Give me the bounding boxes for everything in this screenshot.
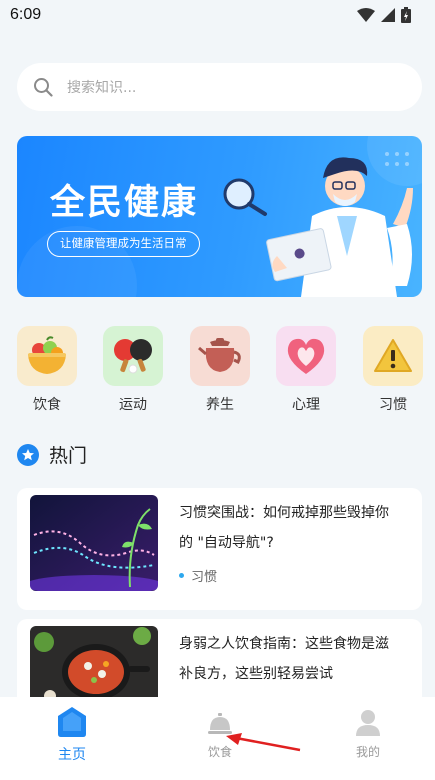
category-psychology[interactable]: 心理 — [276, 326, 336, 414]
annotation-arrow — [226, 733, 301, 752]
article-card[interactable]: 身弱之人饮食指南：这些食物是滋补良方，这些别轻易尝试 — [17, 619, 422, 709]
nav-home[interactable]: 主页 — [22, 697, 122, 780]
tag-dot — [179, 573, 184, 578]
article-tag[interactable]: 习惯 — [179, 566, 217, 585]
banner-title: 全民健康 — [50, 183, 199, 223]
category-label: 养生 — [206, 397, 234, 413]
section-header: 热门 — [17, 441, 87, 468]
ping-pong-icon — [103, 326, 163, 386]
category-row: 饮食 运动 养生 心理 习惯 — [17, 326, 427, 416]
article-card[interactable]: 习惯突围战：如何戒掉那些毁掉你的 "自动导航"? 习惯 — [17, 488, 422, 610]
article-thumbnail — [30, 495, 158, 591]
home-icon — [58, 707, 86, 737]
nav-profile[interactable]: 我的 — [318, 697, 418, 780]
food-bowl-icon — [17, 326, 77, 386]
warning-icon — [363, 326, 423, 386]
status-time: 6:09 — [10, 6, 42, 23]
battery-icon — [401, 7, 411, 23]
category-label: 运动 — [119, 397, 147, 413]
search-icon — [34, 78, 53, 97]
health-banner[interactable]: 全民健康 让健康管理成为生活日常 — [17, 136, 422, 297]
star-badge-icon — [17, 443, 39, 466]
teapot-icon — [190, 326, 250, 386]
search-input[interactable]: 搜索知识... — [17, 63, 422, 111]
bottom-nav: 主页 饮食 我的 — [0, 697, 435, 780]
category-habits[interactable]: 习惯 — [363, 326, 423, 414]
article-tag-label: 习惯 — [191, 570, 218, 585]
doctor-illustration — [223, 157, 413, 297]
category-sports[interactable]: 运动 — [103, 326, 163, 414]
category-label: 习惯 — [379, 397, 407, 413]
category-label: 心理 — [292, 397, 320, 413]
user-icon — [356, 710, 380, 736]
category-wellness[interactable]: 养生 — [190, 326, 250, 414]
nav-label: 主页 — [58, 747, 86, 763]
category-label: 饮食 — [33, 397, 61, 413]
article-title: 身弱之人饮食指南：这些食物是滋补良方，这些别轻易尝试 — [179, 636, 389, 682]
wifi-icon — [357, 8, 375, 22]
search-placeholder: 搜索知识... — [67, 80, 137, 96]
heart-icon — [276, 326, 336, 386]
signal-icon — [381, 8, 395, 22]
status-bar: 6:09 — [0, 0, 435, 30]
status-icons — [357, 7, 411, 23]
section-title: 热门 — [49, 445, 88, 467]
banner-subtitle: 让健康管理成为生活日常 — [47, 231, 200, 257]
category-food[interactable]: 饮食 — [17, 326, 77, 414]
nav-label: 我的 — [355, 745, 380, 759]
article-title: 习惯突围战：如何戒掉那些毁掉你的 "自动导航"? — [179, 505, 389, 551]
